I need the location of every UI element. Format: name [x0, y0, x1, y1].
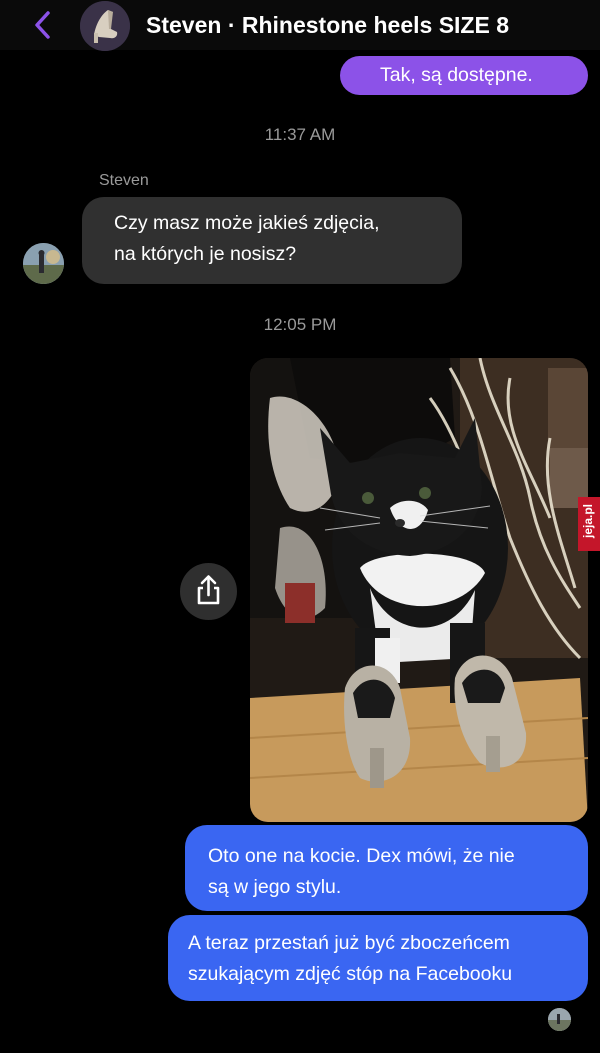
conversation-avatar[interactable]	[80, 1, 130, 51]
message-text-line: szukającym zdjęć stóp na Facebooku	[188, 963, 513, 985]
photo-message[interactable]	[250, 358, 588, 822]
share-button[interactable]	[180, 563, 237, 620]
sender-avatar[interactable]	[23, 243, 64, 284]
message-text: Tak, są dostępne.	[380, 64, 533, 86]
timestamp: 12:05 PM	[263, 315, 337, 334]
share-icon	[197, 575, 220, 605]
message-bubble-sent[interactable]: Oto one na kocie. Dex mówi, że nie są w …	[185, 825, 588, 911]
read-receipt-avatar	[548, 1008, 571, 1031]
sender-name: Steven	[99, 172, 149, 189]
message-bubble-sent[interactable]: Tak, są dostępne.	[340, 56, 588, 95]
watermark: jeja.pl	[578, 497, 600, 551]
timestamp: 11:37 AM	[264, 125, 336, 144]
message-text-line: Czy masz może jakieś zdjęcia,	[114, 212, 380, 234]
message-text-line: A teraz przestań już być zboczeńcem	[188, 932, 510, 954]
chevron-left-icon[interactable]	[30, 10, 56, 40]
message-text-line: na których je nosisz?	[114, 243, 297, 265]
message-text-line: Oto one na kocie. Dex mówi, że nie	[208, 845, 515, 867]
conversation-title: Steven · Rhinestone heels SIZE 8	[146, 12, 509, 38]
message-text-line: są w jego stylu.	[208, 876, 342, 898]
message-bubble-sent[interactable]: A teraz przestań już być zboczeńcem szuk…	[168, 915, 588, 1001]
chat-header: Steven · Rhinestone heels SIZE 8	[0, 0, 600, 51]
message-bubble-received[interactable]: Czy masz może jakieś zdjęcia, na których…	[82, 197, 462, 284]
